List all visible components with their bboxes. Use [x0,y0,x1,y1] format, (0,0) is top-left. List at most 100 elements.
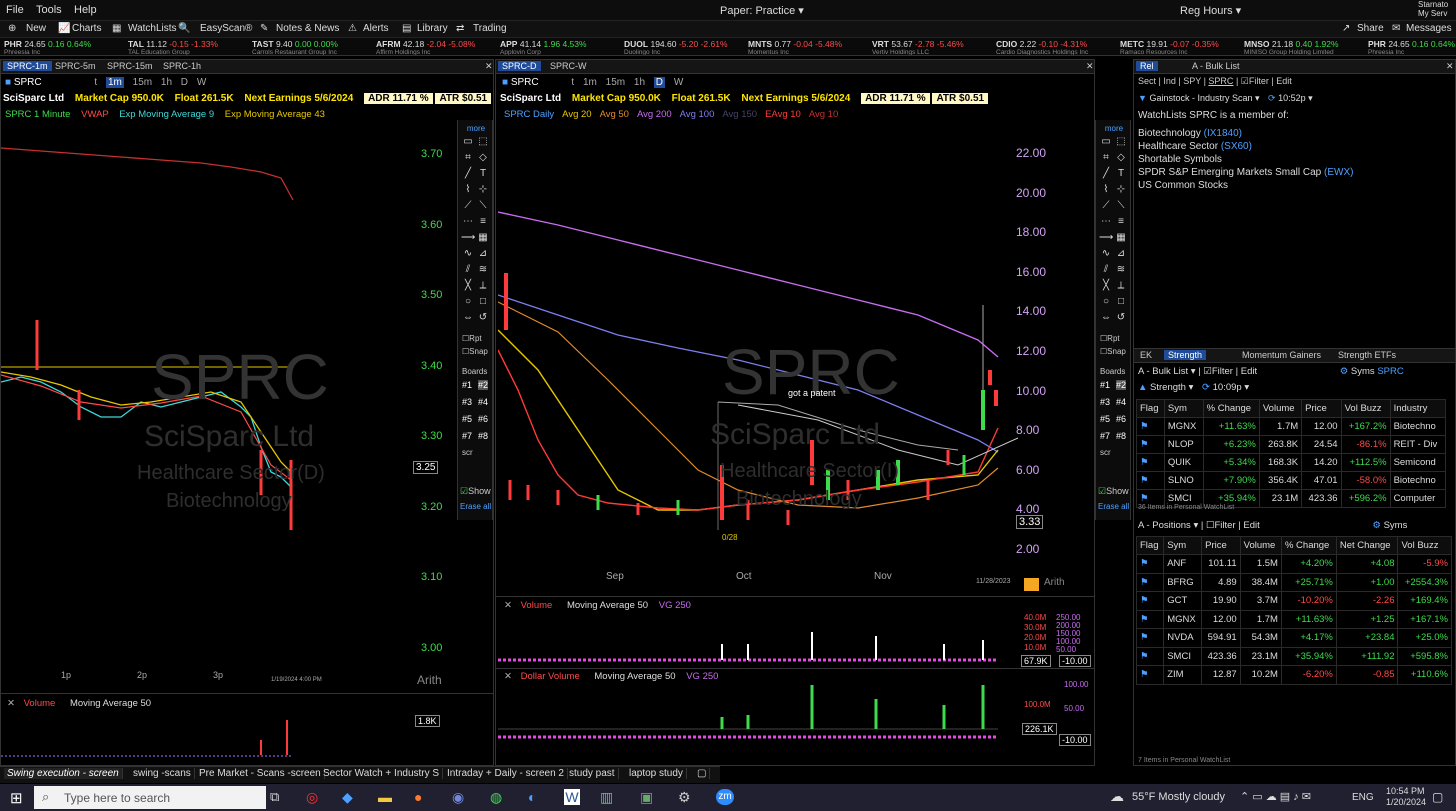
drawing-tool-icon[interactable]: ≋ [476,264,490,276]
board-button[interactable]: #3 [1100,397,1110,407]
tab-strength-etfs[interactable]: Strength ETFs [1334,350,1400,360]
drawing-tool-icon[interactable]: ⟍ [1114,200,1128,212]
drawing-tool-icon[interactable]: T [476,168,490,180]
trading-button[interactable]: Trading [473,23,507,34]
word-icon[interactable]: W [564,789,580,805]
linked-symbol[interactable]: SPRC [1377,366,1403,377]
workspace-tab[interactable]: Intraday + Daily - screen 2 [444,768,568,779]
subtab-spy[interactable]: SPY [1183,76,1201,86]
session-selector[interactable]: Reg Hours ▾ [1180,4,1241,17]
workspace-tab[interactable]: study past [566,768,619,779]
drawing-tool-icon[interactable]: ⋯ [461,216,475,228]
user-name[interactable]: Starnato [1418,0,1448,9]
ticker-item[interactable]: TAST 9.40 0.00 0.00% Carrols Restaurant G… [252,39,338,55]
column-header[interactable]: Vol Buzz [1397,536,1452,555]
close-icon[interactable]: ✕ [504,600,512,611]
table-row[interactable]: ⚑ SMCI 423.36 23.1M +35.94% +111.92 +595.8% [1135,646,1452,666]
refresh-icon[interactable]: ⟳ [1268,93,1276,103]
ticker-item[interactable]: MNSO 21.18 0.40 1.92% MINISO Group Holdin… [1244,39,1339,55]
drawing-tool-icon[interactable]: ◇ [476,152,490,164]
tab-bulk-list[interactable]: A - Bulk List [1188,61,1244,71]
drawing-tool-icon[interactable]: ≋ [1114,264,1128,276]
member-item[interactable]: US Common Stocks [1138,180,1228,191]
table-row[interactable]: ⚑ MGNX 12.00 1.7M +11.63% +1.25 +167.1% [1135,609,1452,629]
filter-checkbox[interactable]: ☐ [1206,520,1215,531]
tab-strength[interactable]: Strength [1164,350,1207,360]
tf-1h[interactable]: 1h [161,77,172,88]
windows-start-icon[interactable]: ⊞ [10,789,26,807]
drawing-tool-icon[interactable]: ⌇ [1099,184,1113,196]
column-header[interactable]: Flag [1135,536,1165,555]
library-button[interactable]: Library [417,23,448,34]
study-vwap[interactable]: VWAP [81,109,108,120]
flag-icon[interactable]: ⚑ [1135,554,1165,574]
flag-icon[interactable]: ⚑ [1135,665,1165,685]
board-button[interactable]: #6 [478,414,488,424]
close-icon[interactable]: ✕ [1082,61,1098,72]
close-icon[interactable]: ✕ [1442,61,1456,72]
tc2000-icon[interactable]: ▥ [600,789,613,806]
ticker-item[interactable]: PHR 24.65 0.16 0.64% Phreesia Inc [1368,39,1455,55]
tab-sprc-1m[interactable]: SPRC-1m [3,61,52,71]
drawing-tool-icon[interactable]: ∿ [461,248,475,260]
tf-15m[interactable]: 15m [606,77,625,88]
column-header[interactable]: Flag [1136,399,1165,418]
study-label[interactable]: Avg 150 [722,109,757,120]
board-button[interactable]: #7 [462,431,472,441]
table-row[interactable]: ⚑ BFRG 4.89 38.4M +25.71% +1.00 +2554.3% [1135,572,1452,592]
study-label[interactable]: EAvg 10 [765,109,801,120]
scan-time[interactable]: 10:52p ▾ [1278,93,1313,103]
board-button[interactable]: #2 [1116,380,1127,390]
language-indicator[interactable]: ENG [1352,792,1374,803]
opera-icon[interactable]: ◎ [306,789,318,806]
ticker-item[interactable]: METC 19.91 -0.07 -0.35% Ramaco Resources … [1120,39,1219,55]
edit-menu[interactable]: Edit [1276,76,1292,86]
study-label[interactable]: Avg 200 [637,109,672,120]
notifications-icon[interactable]: ▢ [1432,790,1443,804]
menu-tools[interactable]: Tools [36,4,62,16]
drawing-tool-icon[interactable]: ⟋ [1099,200,1113,212]
flag-icon[interactable]: ⚑ [1136,453,1165,472]
drawing-tool-icon[interactable]: ⌇ [461,184,475,196]
dollar-volume-ma[interactable]: Moving Average 50 [594,671,675,682]
drawing-tool-icon[interactable]: ↺ [1114,312,1128,324]
tf-t[interactable]: t [94,77,97,88]
more-tools-button[interactable]: more [462,123,490,135]
scale-selector[interactable]: Arith [1044,577,1065,588]
column-header[interactable]: Price [1301,399,1342,418]
messages-button[interactable]: Messages [1406,23,1452,34]
edge-icon[interactable]: ◐ [528,789,536,805]
column-header[interactable]: Volume [1239,536,1282,555]
watchlists-button[interactable]: WatchLists [128,23,177,34]
tab-sprc-w[interactable]: SPRC-W [546,61,591,71]
ticker-item[interactable]: VRT 53.67 -2.78 -5.46% Vertiv Holdings LL… [872,39,964,55]
notes-news-button[interactable]: Notes & News [276,23,339,34]
refresh-icon[interactable]: ⟳ [1202,382,1210,393]
edit-menu[interactable]: Edit [1243,520,1259,531]
menu-file[interactable]: File [6,4,24,16]
more-tools-button[interactable]: more [1100,123,1128,135]
workspace-tab[interactable]: Swing execution - screen [4,768,123,779]
workspace-tab[interactable]: Sector Watch + Industry S [320,768,444,779]
column-header[interactable]: Price [1201,536,1241,555]
alerts-button[interactable]: Alerts [363,23,389,34]
dollar-volume-study[interactable]: Dollar Volume [521,671,580,682]
chrome-icon[interactable]: ◍ [490,789,502,806]
workspace-tab[interactable]: Pre Market - Scans -screen [196,768,325,779]
drawing-tool-icon[interactable]: ⟶ [461,232,475,244]
workspace-tab[interactable]: laptop study [626,768,687,779]
drawing-tool-icon[interactable]: ○ [461,296,475,308]
taskbar-search[interactable]: ⌕ Type here to search [34,786,266,809]
board-button[interactable]: #1 [1100,380,1110,390]
ticker-item[interactable]: PHR 24.65 0.16 0.64% Phreesia Inc [4,39,91,55]
drawing-tool-icon[interactable]: ≡ [476,216,490,228]
column-header[interactable]: Industry [1389,399,1447,418]
ticker-item[interactable]: CDIO 2.22 -0.10 -4.31% Cardio Diagnostics… [996,39,1088,55]
column-header[interactable]: % Change [1202,399,1260,418]
task-view-icon[interactable]: ⧉ [270,789,279,805]
drawing-tool-icon[interactable]: □ [476,296,490,308]
drawing-tool-icon[interactable]: ⫽ [1099,264,1113,276]
drawing-tool-icon[interactable]: ⫽ [461,264,475,276]
dollar-volume-vg[interactable]: VG 250 [686,671,718,682]
drawing-tool-icon[interactable]: ⌗ [1099,152,1113,164]
